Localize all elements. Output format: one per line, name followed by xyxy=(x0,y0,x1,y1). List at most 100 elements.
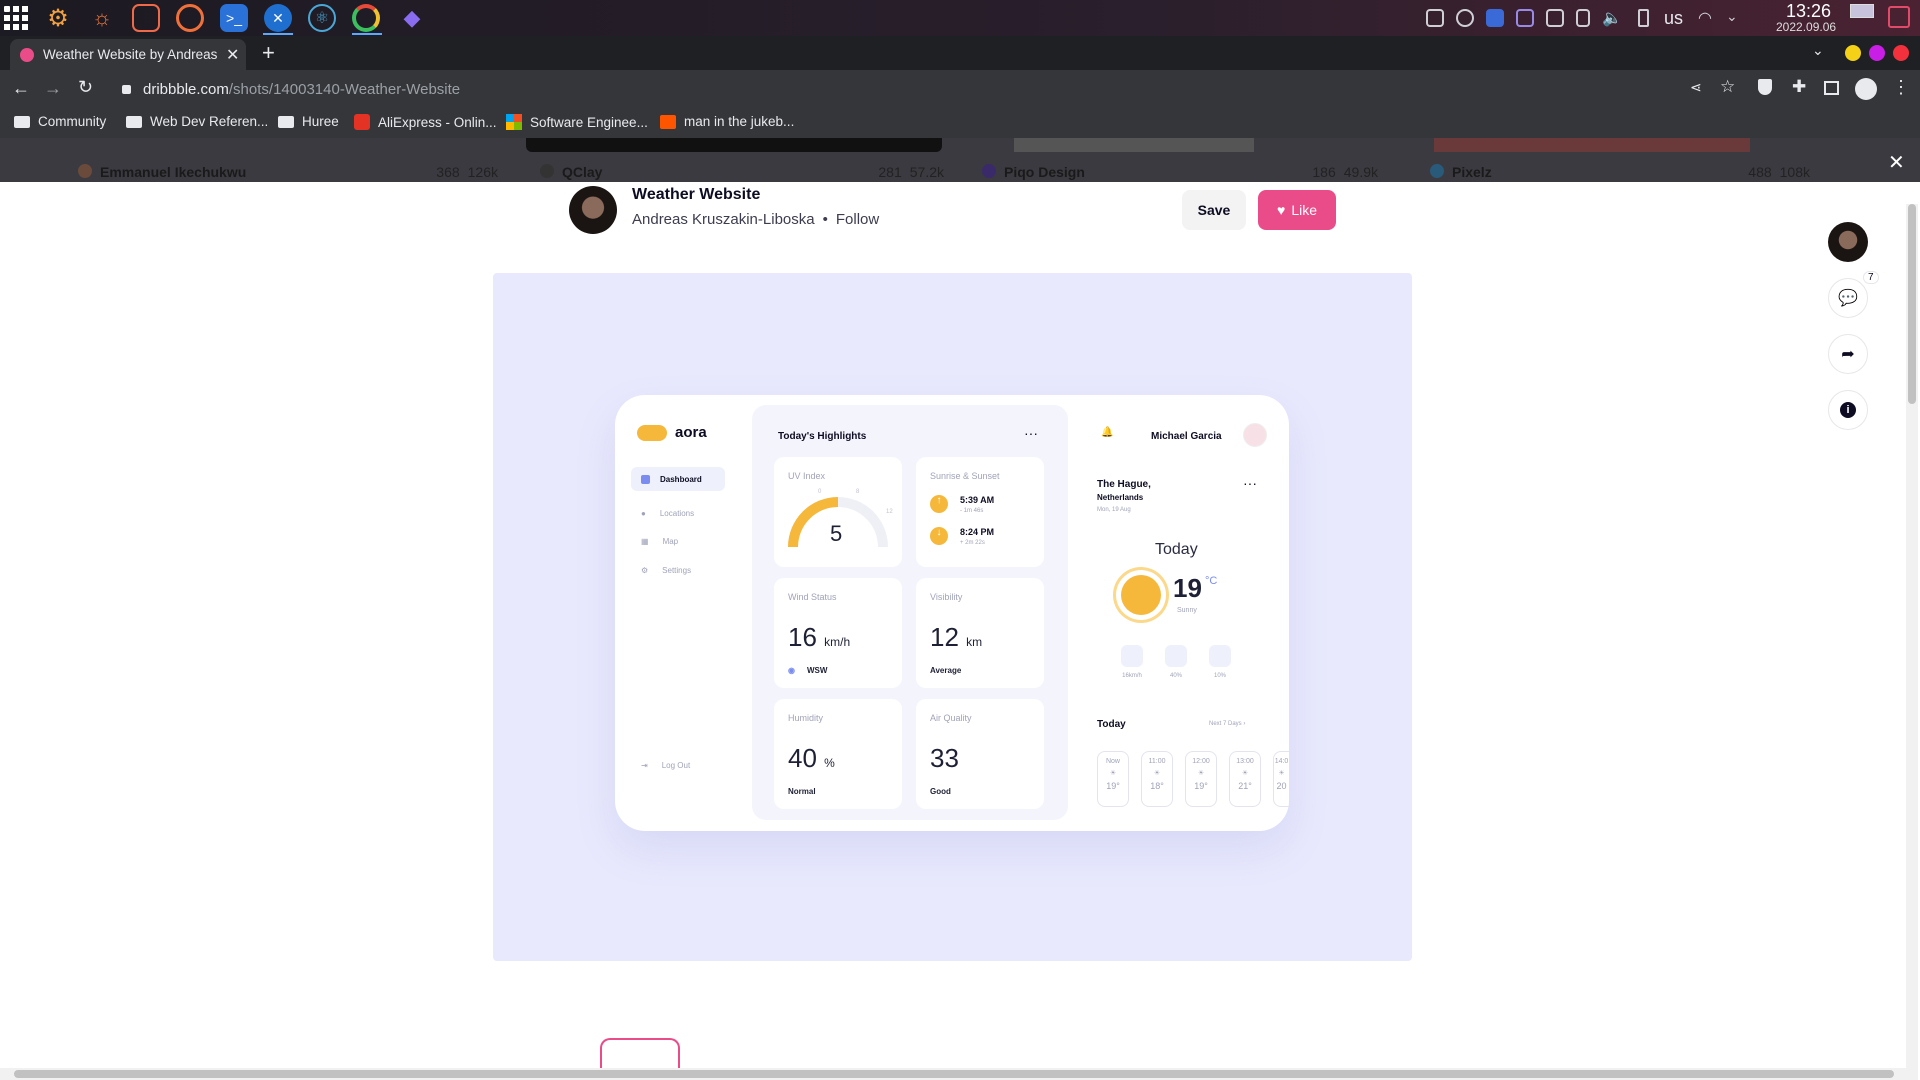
hour-card[interactable]: Now ☀ 19° xyxy=(1097,751,1129,807)
folder-icon[interactable] xyxy=(132,4,160,32)
window-minimize-button[interactable] xyxy=(1845,45,1861,61)
author-name[interactable]: Andreas Kruszakin-Liboska xyxy=(632,211,815,228)
nav-logout[interactable]: ⇥ Log Out xyxy=(641,761,690,770)
terminal-icon[interactable]: >_ xyxy=(220,4,248,32)
nav-settings[interactable]: ⚙ Settings xyxy=(641,566,691,575)
extensions-icon[interactable]: ✚ xyxy=(1792,77,1806,97)
hour-temp: 18° xyxy=(1150,781,1164,791)
share-icon[interactable]: ⋖ xyxy=(1690,79,1702,96)
wifi-icon[interactable]: ◠ xyxy=(1698,8,1712,28)
profile-avatar[interactable] xyxy=(1855,78,1877,100)
backdrop-shot-4[interactable]: Pixelz 488 108k xyxy=(1430,164,1810,180)
url-path: /shots/14003140-Weather-Website xyxy=(228,80,461,98)
volume-icon[interactable]: 🔈 xyxy=(1602,8,1622,28)
country-name: Netherlands xyxy=(1097,493,1144,502)
back-icon[interactable]: ← xyxy=(12,78,30,99)
location-more-icon[interactable]: ··· xyxy=(1243,475,1257,491)
tab-search-icon[interactable]: ⌄ xyxy=(1812,42,1824,59)
hour-card[interactable]: 13:00 ☀ 21° xyxy=(1229,751,1261,807)
nav-dashboard[interactable]: Dashboard xyxy=(631,467,725,491)
sun-icon xyxy=(1121,575,1161,615)
tile-label: Visibility xyxy=(930,592,963,602)
bookmark-jukebox[interactable]: man in the jukeb... xyxy=(660,114,794,129)
close-tab-icon[interactable]: ✕ xyxy=(226,45,239,65)
visibility-value: 12 xyxy=(930,622,959,652)
save-button[interactable]: Save xyxy=(1182,190,1246,230)
more-icon[interactable]: ··· xyxy=(1024,425,1038,441)
side-panel-icon[interactable] xyxy=(1824,81,1839,95)
window-maximize-button[interactable] xyxy=(1869,45,1885,61)
backdrop-shot-1[interactable]: Emmanuel Ikechukwu 368 126k xyxy=(78,164,498,180)
shield-extension-icon[interactable] xyxy=(1758,79,1772,95)
tile-label: UV Index xyxy=(788,471,826,481)
forward-icon[interactable]: → xyxy=(44,78,62,99)
keyboard-layout[interactable]: us xyxy=(1664,8,1683,29)
podcast-icon[interactable] xyxy=(176,4,204,32)
bookmark-star-icon[interactable]: ☆ xyxy=(1720,77,1735,97)
author-avatar[interactable] xyxy=(569,186,617,234)
reload-icon[interactable]: ↻ xyxy=(78,77,93,98)
next-days-label: Next 7 Days xyxy=(1209,721,1242,727)
wind-unit: km/h xyxy=(824,635,851,649)
user-name[interactable]: Michael Garcia xyxy=(1151,431,1222,442)
menu-icon[interactable]: ⋮ xyxy=(1892,77,1910,98)
close-modal-icon[interactable]: ✕ xyxy=(1888,150,1905,175)
electron-icon[interactable]: ⚛ xyxy=(308,4,336,32)
hour-card[interactable]: 14:0 ☀ 20 xyxy=(1273,751,1289,807)
horizontal-scrollbar[interactable] xyxy=(0,1068,1906,1080)
compass-icon: ◉ xyxy=(788,666,795,675)
tab-weather-website[interactable]: Weather Website by Andreas ✕ xyxy=(10,39,246,70)
crystal-icon[interactable]: ◆ xyxy=(398,4,426,32)
hour-card[interactable]: 11:00 ☀ 18° xyxy=(1141,751,1173,807)
media-player-icon[interactable] xyxy=(1456,9,1474,27)
likes-count: 186 xyxy=(1312,164,1336,180)
follow-link[interactable]: Follow xyxy=(836,211,879,228)
bookmark-web-dev[interactable]: Web Dev Referen... xyxy=(126,114,268,129)
wind-stat-value: 16km/h xyxy=(1122,673,1142,679)
chevron-down-icon[interactable]: ⌄ xyxy=(1726,8,1738,25)
user-avatar[interactable] xyxy=(1243,423,1267,447)
url-domain: dribbble.com xyxy=(143,80,229,98)
backdrop-shot-2[interactable]: QClay 281 57.2k xyxy=(540,164,944,180)
wifi-cast-icon[interactable]: ☼ xyxy=(88,4,116,32)
hour-card[interactable]: 12:00 ☀ 19° xyxy=(1185,751,1217,807)
window-close-button[interactable] xyxy=(1893,45,1909,61)
chrome-icon[interactable] xyxy=(352,4,380,32)
info-button[interactable]: i xyxy=(1828,390,1868,430)
uv-tick: 12 xyxy=(886,509,893,515)
comments-button[interactable]: 💬 7 xyxy=(1828,271,1879,318)
like-button[interactable]: ♥ Like xyxy=(1258,190,1336,230)
workspace-icon[interactable] xyxy=(1850,4,1874,18)
share-button[interactable]: ➦ xyxy=(1828,334,1868,374)
nav-locations[interactable]: ● Locations xyxy=(641,509,694,518)
author-side-avatar[interactable] xyxy=(1828,222,1868,262)
bookmark-label: man in the jukeb... xyxy=(684,114,795,129)
translate-icon[interactable] xyxy=(1486,9,1504,27)
vscode-icon[interactable]: ✕ xyxy=(264,4,292,32)
address-field[interactable]: dribbble.com /shots/14003140-Weather-Web… xyxy=(110,74,1690,104)
vertical-scrollbar[interactable] xyxy=(1906,204,1918,1080)
settings-icon[interactable]: ⚙ xyxy=(44,4,72,32)
notification-icon[interactable] xyxy=(1426,9,1444,27)
app-launcher-icon[interactable] xyxy=(4,6,32,30)
notification-bell-icon[interactable]: 🔔 xyxy=(1101,427,1113,438)
next-7-days-link[interactable]: Next 7 Days › xyxy=(1209,721,1245,727)
designer-name: Pixelz xyxy=(1452,164,1492,180)
highlights-panel: Today's Highlights ··· UV Index 5 0 8 12… xyxy=(752,405,1068,820)
bookmark-community[interactable]: Community xyxy=(14,114,106,129)
bookmark-aliexpress[interactable]: AliExpress - Onlin... xyxy=(354,114,497,130)
temperature: 19 xyxy=(1173,573,1202,603)
new-tab-button[interactable]: + xyxy=(262,40,275,66)
backdrop-shot-3[interactable]: Piqo Design 186 49.9k xyxy=(982,164,1378,180)
teams-icon[interactable] xyxy=(1516,9,1534,27)
next-shot-thumbnail[interactable] xyxy=(600,1038,680,1068)
bookmark-huree[interactable]: Huree xyxy=(278,114,339,129)
terminal-tray-icon[interactable] xyxy=(1546,9,1564,27)
bookmark-software[interactable]: Software Enginee... xyxy=(506,114,648,130)
folder-icon xyxy=(14,115,30,128)
nav-map[interactable]: ▦ Map xyxy=(641,537,678,546)
clock-time[interactable]: 13:26 xyxy=(1786,1,1831,22)
clipboard-icon[interactable] xyxy=(1576,9,1590,27)
show-desktop-icon[interactable] xyxy=(1888,6,1910,28)
battery-icon[interactable] xyxy=(1638,9,1649,27)
